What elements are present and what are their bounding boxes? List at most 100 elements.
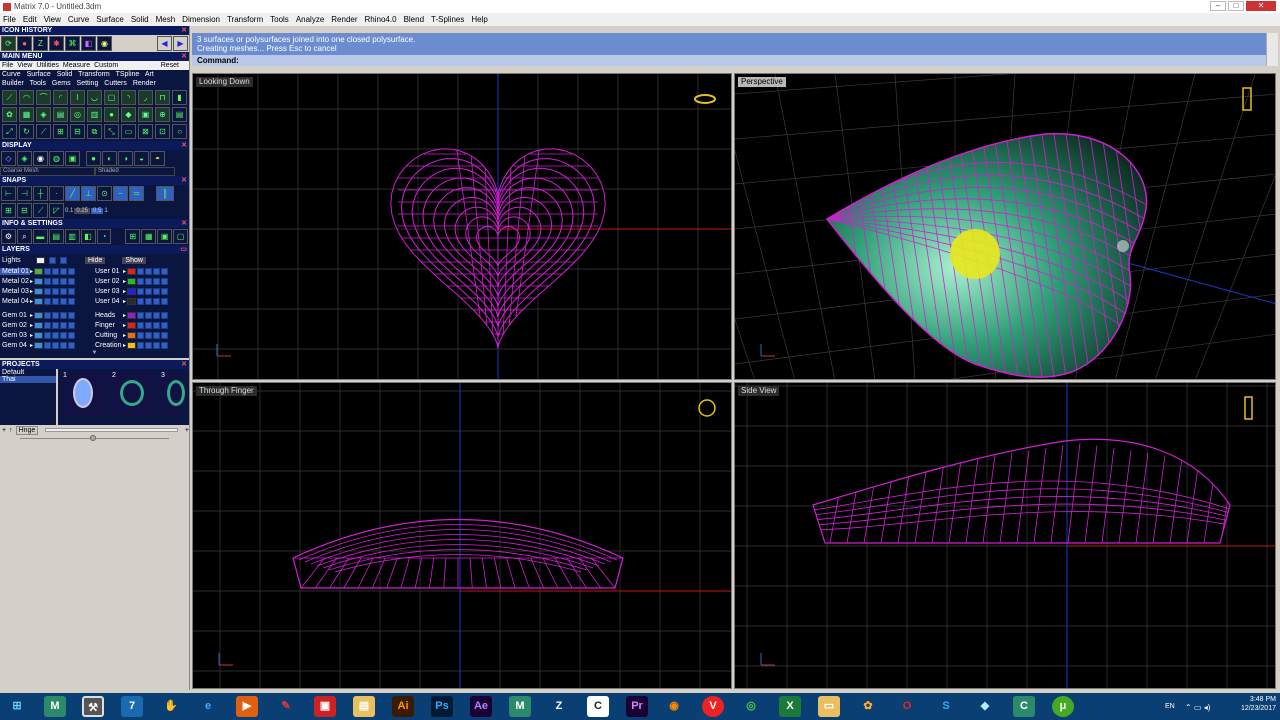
category-tspline[interactable]: TSpline: [116, 71, 140, 78]
tool-icon[interactable]: ▤: [172, 107, 187, 122]
layer-color-swatch[interactable]: [34, 277, 44, 285]
tool-icon[interactable]: ✿: [2, 107, 17, 122]
layer-toggle[interactable]: [137, 331, 145, 339]
recent-tool-icon[interactable]: ●: [17, 36, 32, 51]
project-thumb-ring[interactable]: 2: [110, 372, 156, 416]
layer-toggle[interactable]: [60, 297, 68, 305]
taskbar-app-icon[interactable]: ◆: [974, 696, 996, 717]
project-default[interactable]: Default: [0, 369, 56, 376]
tool-icon[interactable]: ⊠: [138, 124, 153, 139]
menu-curve[interactable]: Curve: [68, 15, 89, 24]
category-surface[interactable]: Surface: [27, 71, 51, 78]
layer-toggle[interactable]: [145, 297, 153, 305]
snap-value[interactable]: 0.1: [65, 208, 73, 214]
tool-icon[interactable]: ▭: [121, 124, 136, 139]
taskbar-app-icon[interactable]: ✿: [857, 696, 879, 717]
ie-icon[interactable]: e: [197, 696, 219, 717]
lights-swatch[interactable]: [36, 256, 45, 264]
tool-icon[interactable]: ◞: [138, 90, 153, 105]
menu-tab[interactable]: Custom: [94, 61, 118, 70]
menu-dimension[interactable]: Dimension: [182, 15, 220, 24]
tool-icon[interactable]: ▮: [172, 90, 187, 105]
menu-tsplines[interactable]: T-Splines: [431, 15, 464, 24]
menu-tab[interactable]: View: [17, 61, 32, 70]
viewport-label[interactable]: Looking Down: [196, 77, 253, 87]
illustrator-icon[interactable]: Ai: [392, 696, 414, 717]
layer-toggle[interactable]: [161, 311, 169, 319]
layer-toggle[interactable]: [137, 321, 145, 329]
tool-icon[interactable]: ●: [104, 107, 119, 122]
info-icon[interactable]: ▬: [32, 229, 48, 244]
layer-name[interactable]: User 02: [93, 277, 123, 285]
layer-toggle[interactable]: [137, 267, 145, 275]
layer-name[interactable]: Metal 02: [0, 277, 30, 285]
layer-toggle[interactable]: [52, 287, 60, 295]
ortho-icon[interactable]: ⟋: [33, 203, 48, 218]
snap-point-icon[interactable]: ·: [49, 186, 64, 201]
layer-toggle[interactable]: [153, 321, 161, 329]
taskbar-app-icon[interactable]: C: [1013, 696, 1035, 717]
tool-icon[interactable]: ◠: [19, 90, 34, 105]
taskbar-app-icon[interactable]: 7: [121, 696, 143, 717]
command-line[interactable]: Command:: [192, 55, 1270, 66]
layer-toggle[interactable]: [153, 287, 161, 295]
tool-icon[interactable]: ↻: [19, 124, 34, 139]
snap-value[interactable]: 0.5: [91, 207, 104, 214]
snap-int-icon[interactable]: ┼: [33, 186, 48, 201]
layer-toggle[interactable]: [137, 287, 145, 295]
project-thumb-ring[interactable]: 3: [159, 372, 185, 416]
category-tools[interactable]: Tools: [30, 80, 46, 87]
reset-button[interactable]: Reset: [161, 61, 179, 70]
layer-expand-icon[interactable]: ▸: [30, 288, 33, 295]
layer-color-swatch[interactable]: [127, 287, 137, 295]
firefox-icon[interactable]: ◉: [663, 696, 685, 717]
layer-color-swatch[interactable]: [127, 321, 137, 329]
layer-color-swatch[interactable]: [34, 311, 44, 319]
layer-name[interactable]: Gem 02: [0, 321, 30, 329]
zoom-slider[interactable]: [0, 435, 189, 441]
layer-toggle[interactable]: [60, 321, 68, 329]
magnify-icon[interactable]: ⌕: [16, 229, 32, 244]
command-scrollbar[interactable]: [1266, 33, 1278, 66]
display-icon[interactable]: ●: [86, 151, 101, 166]
category-transform[interactable]: Transform: [78, 71, 110, 78]
layer-toggle[interactable]: [153, 311, 161, 319]
history-forward-icon[interactable]: ▶: [173, 36, 188, 51]
snap-toggle-icon[interactable]: ║: [156, 186, 174, 201]
display-icon[interactable]: ◓: [150, 151, 165, 166]
layer-toggle[interactable]: [153, 277, 161, 285]
layer-color-swatch[interactable]: [34, 297, 44, 305]
tool-icon[interactable]: ○: [172, 124, 187, 139]
close-button[interactable]: ✕: [1246, 1, 1276, 11]
info-icon[interactable]: ◧: [80, 229, 96, 244]
layer-toggle[interactable]: [161, 321, 169, 329]
layer-toggle[interactable]: [52, 297, 60, 305]
layer-toggle[interactable]: [44, 311, 52, 319]
taskbar-app-icon[interactable]: ⚒: [82, 696, 104, 717]
layer-toggle[interactable]: [161, 331, 169, 339]
layer-toggle[interactable]: [161, 267, 169, 275]
layer-toggle[interactable]: [60, 256, 67, 264]
layer-row[interactable]: Gem 02 ▸: [0, 320, 93, 330]
layer-color-swatch[interactable]: [127, 297, 137, 305]
snap-quad-icon[interactable]: ═: [129, 186, 144, 201]
settings-gear-icon[interactable]: ⚙: [1, 229, 16, 244]
menu-view[interactable]: View: [44, 15, 61, 24]
project-thumb-ring[interactable]: 1: [61, 372, 107, 416]
layer-expand-icon[interactable]: ▸: [123, 342, 126, 349]
layer-toggle[interactable]: [161, 341, 169, 349]
layer-toggle[interactable]: [145, 341, 153, 349]
layer-toggle[interactable]: [145, 331, 153, 339]
skype-icon[interactable]: S: [935, 696, 957, 717]
layer-color-swatch[interactable]: [127, 277, 137, 285]
menu-edit[interactable]: Edit: [23, 15, 37, 24]
display-icon[interactable]: ◈: [17, 151, 32, 166]
tool-icon[interactable]: ⟋: [2, 90, 17, 105]
layer-toggle[interactable]: [68, 267, 76, 275]
layer-toggle[interactable]: [44, 267, 52, 275]
tool-icon[interactable]: ◝: [121, 90, 136, 105]
tool-icon[interactable]: ▥: [87, 107, 102, 122]
recent-tool-icon[interactable]: ⟳: [1, 36, 16, 51]
hinge-button[interactable]: Hnge: [15, 425, 39, 435]
display-icon[interactable]: ◍: [49, 151, 64, 166]
